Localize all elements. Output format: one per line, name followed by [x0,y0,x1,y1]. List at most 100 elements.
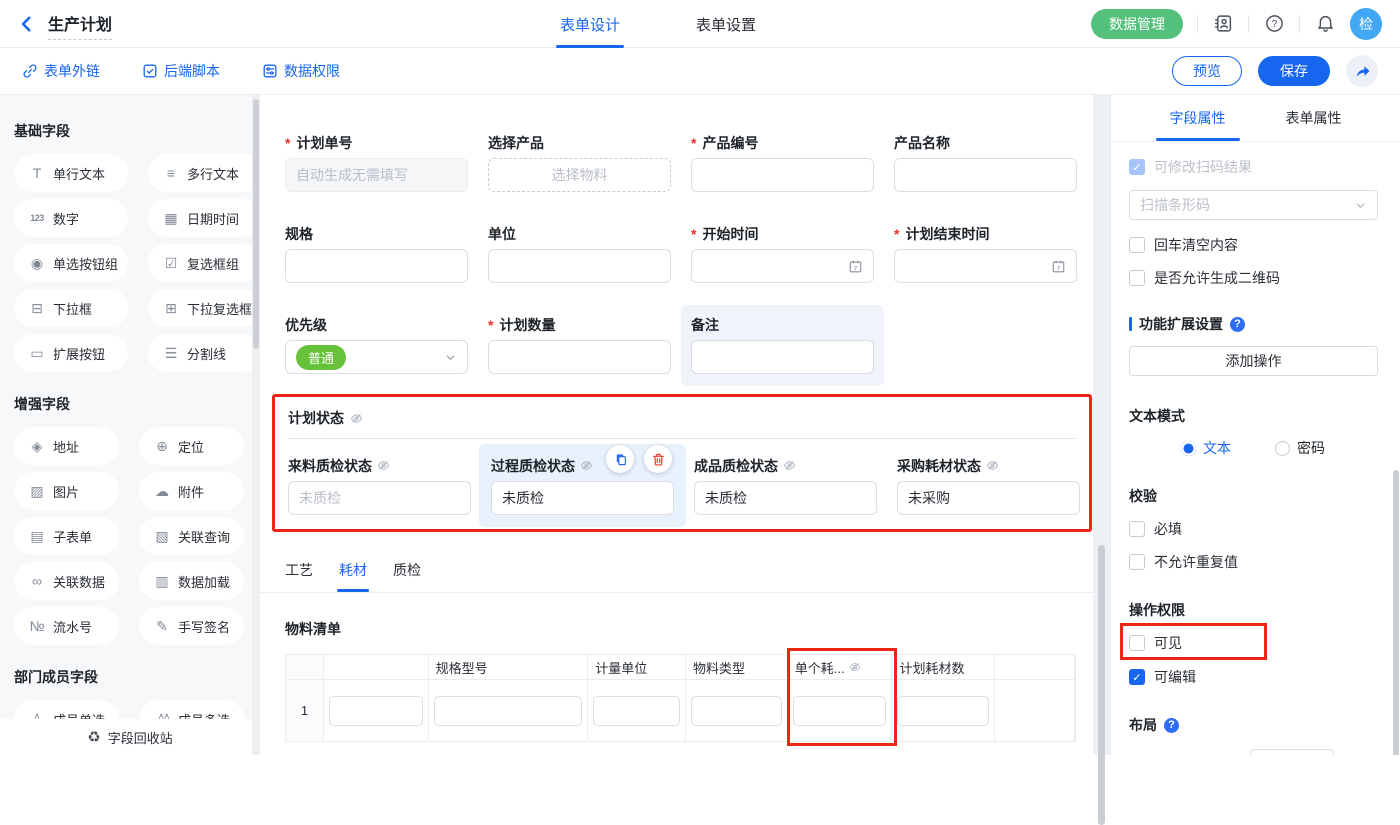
option-allow-qrcode[interactable]: 是否允许生成二维码 [1129,268,1378,288]
purchase-status-input[interactable]: 未采购 [897,481,1080,515]
field-plan-no[interactable]: *计划单号 自动生成无需填写 [285,133,468,192]
radio-password[interactable]: 密码 [1275,438,1325,458]
checkbox-editable[interactable] [1129,669,1145,685]
start-time-input[interactable]: 7 [691,249,874,283]
cell-input[interactable] [691,696,782,726]
field-priority[interactable]: 优先级 普通 [285,315,468,374]
copy-field-button[interactable] [606,445,634,473]
field-recycle-bin[interactable]: ♻ 字段回收站 [0,719,260,755]
field-width-select[interactable]: 1/4 [1250,749,1334,755]
incoming-qc-input[interactable]: 未质检 [288,481,471,515]
product-no-input[interactable] [691,158,874,192]
option-scan-editable[interactable]: 可修改扫码结果 [1129,157,1378,177]
field-incoming-qc-status[interactable]: 来料质检状态 未质检 [288,456,471,515]
field-type-multi-text[interactable]: ≡多行文本 [148,154,260,192]
field-type-checkbox-group[interactable]: ☑复选框组 [148,244,260,282]
tab-form-settings[interactable]: 表单设置 [696,0,756,48]
save-button[interactable]: 保存 [1258,56,1330,86]
cell-input[interactable] [897,696,989,726]
spec-input[interactable] [285,249,468,283]
option-no-duplicate[interactable]: 不允许重复值 [1129,552,1378,572]
field-type-relation-data[interactable]: ∞关联数据 [14,562,119,600]
field-type-signature[interactable]: ✎手写签名 [139,607,244,645]
cell-input[interactable] [434,696,583,726]
field-type-address[interactable]: ◈地址 [14,427,119,465]
priority-select[interactable]: 普通 [285,340,468,374]
tab-field-properties[interactable]: 字段属性 [1170,95,1226,141]
help-question-icon[interactable]: ? [1230,317,1245,332]
subtab-consumables[interactable]: 耗材 [339,560,367,592]
field-process-qc-status[interactable]: 过程质检状态 未质检 [479,444,686,527]
cell-input[interactable] [593,696,680,726]
back-button[interactable] [18,15,36,33]
canvas-scrollbar-thumb[interactable] [1098,545,1105,825]
sidebar-scrollbar-thumb[interactable] [253,99,259,349]
field-spec[interactable]: 规格 [285,224,468,283]
field-remark[interactable]: 备注 [681,305,884,386]
field-type-subform[interactable]: ▤子表单 [14,517,119,555]
field-type-dropdown[interactable]: ⊟下拉框 [14,289,128,327]
preview-button[interactable]: 预览 [1172,56,1242,86]
option-visible[interactable]: 可见 [1129,633,1378,653]
option-enter-clear[interactable]: 回车清空内容 [1129,235,1378,255]
field-type-number[interactable]: 123数字 [14,199,128,237]
field-plan-qty[interactable]: *计划数量 [488,315,671,374]
panel-scrollbar-thumb[interactable] [1393,470,1399,755]
cell-input[interactable] [329,696,423,726]
tab-form-properties[interactable]: 表单属性 [1286,95,1342,141]
field-type-multi-dropdown[interactable]: ⊞下拉复选框 [148,289,260,327]
field-type-location[interactable]: ⊕定位 [139,427,244,465]
field-start-time[interactable]: *开始时间 7 [691,224,874,283]
plan-no-input[interactable]: 自动生成无需填写 [285,158,468,192]
delete-field-button[interactable] [644,445,672,473]
field-end-time[interactable]: *计划结束时间 7 [894,224,1077,283]
checkbox-required[interactable] [1129,521,1145,537]
cell-input[interactable] [793,696,887,726]
option-editable[interactable]: 可编辑 [1129,667,1378,687]
backend-script-link[interactable]: 后端脚本 [142,61,220,81]
unit-input[interactable] [488,249,671,283]
checkbox-no-duplicate[interactable] [1129,554,1145,570]
field-type-attachment[interactable]: ☁附件 [139,472,244,510]
product-name-input[interactable] [894,158,1077,192]
field-product-name[interactable]: 产品名称 [894,133,1077,192]
radio-text[interactable]: 文本 [1181,438,1231,458]
help-question-icon[interactable]: ? [1164,718,1179,733]
field-purchase-status[interactable]: 采购耗材状态 未采购 [897,456,1080,515]
form-external-link[interactable]: 表单外链 [22,61,100,81]
field-type-single-text[interactable]: T单行文本 [14,154,128,192]
data-manage-button[interactable]: 数据管理 [1091,9,1183,39]
option-required[interactable]: 必填 [1129,519,1378,539]
field-unit[interactable]: 单位 [488,224,671,283]
plan-status-section[interactable]: 计划状态 来料质检状态 未质检 [272,394,1092,532]
finished-qc-input[interactable]: 未质检 [694,481,877,515]
sidebar-scrollbar-track[interactable] [252,95,260,755]
field-type-relation-query[interactable]: ▧关联查询 [139,517,244,555]
field-product-no[interactable]: *产品编号 [691,133,874,192]
share-button[interactable] [1346,55,1378,87]
user-avatar[interactable]: 检 [1350,8,1382,40]
field-type-radio-group[interactable]: ◉单选按钮组 [14,244,128,282]
tab-form-design[interactable]: 表单设计 [560,0,620,48]
help-icon[interactable]: ? [1263,13,1285,35]
process-qc-input[interactable]: 未质检 [491,481,674,515]
select-material-button[interactable]: 选择物料 [488,158,671,192]
subtab-craft[interactable]: 工艺 [285,560,313,592]
field-type-data-load[interactable]: ▥数据加载 [139,562,244,600]
remark-input[interactable] [691,340,874,374]
field-select-product[interactable]: 选择产品 选择物料 [488,133,671,192]
notification-bell-icon[interactable] [1314,13,1336,35]
subtab-quality[interactable]: 质检 [393,560,421,592]
data-permission-link[interactable]: 数据权限 [262,61,340,81]
add-action-button[interactable]: 添加操作 [1129,346,1378,376]
scan-mode-select[interactable]: 扫描条形码 [1129,190,1378,220]
field-type-divider[interactable]: ☰分割线 [148,334,260,372]
checkbox-allow-qrcode[interactable] [1129,270,1145,286]
field-type-datetime[interactable]: ▦日期时间 [148,199,260,237]
field-type-serial-number[interactable]: №流水号 [14,607,119,645]
field-finished-qc-status[interactable]: 成品质检状态 未质检 [694,456,877,515]
end-time-input[interactable]: 7 [894,249,1077,283]
plan-qty-input[interactable] [488,340,671,374]
field-type-extend-button[interactable]: ▭扩展按钮 [14,334,128,372]
checkbox-enter-clear[interactable] [1129,237,1145,253]
